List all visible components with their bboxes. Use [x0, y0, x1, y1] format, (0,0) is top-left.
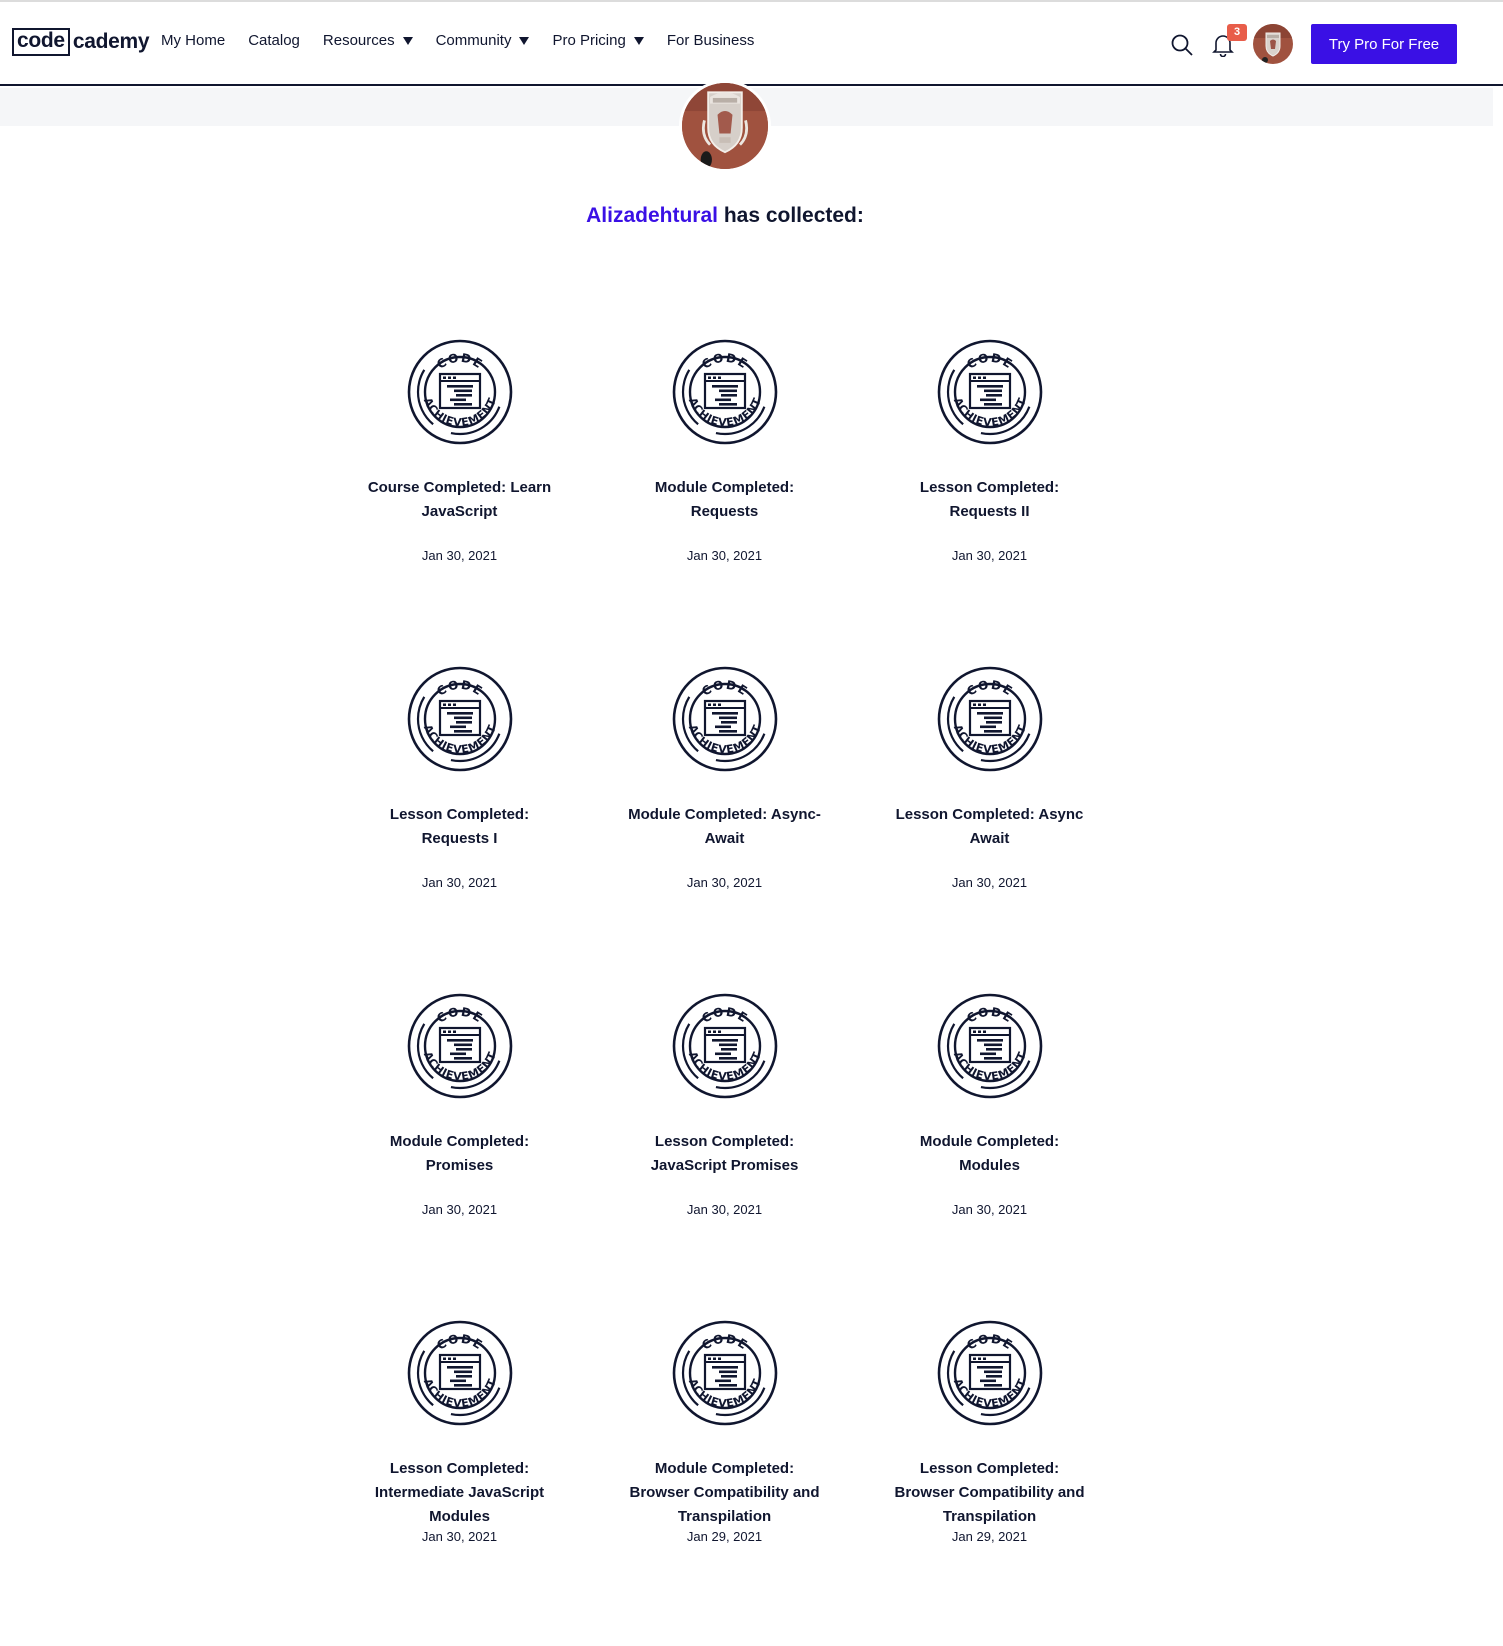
user-avatar[interactable] — [1253, 24, 1293, 64]
top-navbar: code cademy My Home Catalog Resources Co… — [0, 2, 1503, 86]
caret-down-icon — [402, 36, 413, 45]
achievement-date: Jan 29, 2021 — [951, 1529, 1028, 1544]
achievement-card[interactable]: CODE ACHIEVEMENT Lesson Completed: Reque… — [327, 665, 592, 992]
achievement-title: Lesson Completed: Requests I — [389, 806, 530, 847]
achievement-card[interactable]: CODE ACHIEVEMENT Lesson Completed: Inter… — [327, 1319, 592, 1646]
nav-label: Catalog — [248, 32, 300, 49]
search-icon[interactable] — [1170, 33, 1194, 57]
nav-label: Resources — [322, 32, 395, 49]
achievement-title: Course Completed: Learn JavaScript — [367, 479, 552, 520]
achievement-card[interactable]: CODE ACHIEVEMENT Module Completed: Modul… — [857, 992, 1122, 1319]
achievement-title: Lesson Completed: Async Await — [895, 806, 1084, 847]
achievement-card[interactable]: CODE ACHIEVEMENT Module Completed: Reque… — [592, 338, 857, 665]
code-achievement-badge-icon: CODE ACHIEVEMENT — [407, 666, 512, 772]
achievement-card[interactable]: CODE ACHIEVEMENT Lesson Completed: JavaS… — [592, 992, 857, 1319]
achievement-title: Module Completed: Async-Await — [628, 806, 821, 847]
achievement-card[interactable]: CODE ACHIEVEMENT Lesson Completed: Reque… — [857, 338, 1122, 665]
code-achievement-badge-icon: CODE ACHIEVEMENT — [407, 1320, 512, 1426]
profile-username-link[interactable]: Alizadehtural — [586, 204, 718, 227]
achievement-title: Module Completed: Promises — [389, 1133, 530, 1174]
achievement-title: Lesson Completed: JavaScript Promises — [650, 1133, 799, 1174]
nav-item-pro-pricing[interactable]: Pro Pricing — [552, 32, 644, 49]
code-achievement-badge-icon: CODE ACHIEVEMENT — [672, 1320, 777, 1426]
achievement-card[interactable]: CODE ACHIEVEMENT Course Completed: Learn… — [327, 338, 592, 665]
caret-down-icon — [519, 36, 530, 45]
achievements-grid: CODE ACHIEVEMENT Course Completed: Learn… — [327, 338, 1122, 1646]
nav-item-community[interactable]: Community — [436, 32, 530, 49]
achievement-card[interactable]: CODE ACHIEVEMENT Module Completed: Brows… — [592, 1319, 857, 1646]
try-pro-button[interactable]: Try Pro For Free — [1311, 24, 1457, 64]
logo-cademy-text: cademy — [72, 30, 150, 53]
collected-heading: Alizadehtural has collected: — [0, 204, 1450, 228]
achievement-date: Jan 30, 2021 — [421, 1202, 498, 1217]
code-achievement-badge-icon: CODE ACHIEVEMENT — [407, 339, 512, 445]
achievement-card[interactable]: CODE ACHIEVEMENT Module Completed: Promi… — [327, 992, 592, 1319]
code-achievement-badge-icon: CODE ACHIEVEMENT — [672, 339, 777, 445]
achievement-title: Module Completed: Requests — [654, 479, 795, 520]
nav-label: For Business — [666, 32, 755, 49]
code-achievement-badge-icon: CODE ACHIEVEMENT — [672, 993, 777, 1099]
nav-label: My Home — [161, 32, 226, 49]
achievement-date: Jan 30, 2021 — [686, 1202, 763, 1217]
achievement-date: Jan 30, 2021 — [951, 875, 1028, 890]
liverpool-crest-avatar-image — [1253, 24, 1293, 64]
achievement-title: Lesson Completed: Requests II — [919, 479, 1060, 520]
nav-item-catalog[interactable]: Catalog — [248, 32, 300, 49]
achievement-card[interactable]: CODE ACHIEVEMENT Module Completed: Async… — [592, 665, 857, 992]
logo-code-box: code — [12, 28, 70, 56]
nav-item-resources[interactable]: Resources — [323, 32, 413, 49]
achievement-date: Jan 30, 2021 — [421, 875, 498, 890]
nav-label: Pro Pricing — [552, 32, 626, 49]
achievement-title: Lesson Completed: Intermediate JavaScrip… — [374, 1460, 545, 1525]
main-nav: My Home Catalog Resources Community Pro … — [161, 32, 777, 49]
achievement-date: Jan 30, 2021 — [421, 548, 498, 563]
liverpool-crest-profile-image — [682, 83, 768, 169]
achievement-date: Jan 30, 2021 — [686, 875, 763, 890]
codecademy-logo[interactable]: code cademy — [12, 28, 150, 56]
collected-heading-suffix: has collected: — [717, 204, 864, 227]
code-achievement-badge-icon: CODE ACHIEVEMENT — [937, 1320, 1042, 1426]
achievement-card[interactable]: CODE ACHIEVEMENT Lesson Completed: Brows… — [857, 1319, 1122, 1646]
achievement-date: Jan 30, 2021 — [421, 1529, 498, 1544]
code-achievement-badge-icon: CODE ACHIEVEMENT — [407, 993, 512, 1099]
notification-count-badge: 3 — [1227, 24, 1247, 41]
achievement-card[interactable]: CODE ACHIEVEMENT Lesson Completed: Async… — [857, 665, 1122, 992]
nav-item-my-home[interactable]: My Home — [161, 32, 225, 49]
code-achievement-badge-icon: CODE ACHIEVEMENT — [937, 993, 1042, 1099]
code-achievement-badge-icon: CODE ACHIEVEMENT — [937, 339, 1042, 445]
achievement-title: Lesson Completed: Browser Compatibility … — [894, 1460, 1085, 1525]
achievement-date: Jan 30, 2021 — [951, 548, 1028, 563]
achievement-title: Module Completed: Browser Compatibility … — [629, 1460, 820, 1525]
nav-item-for-business[interactable]: For Business — [667, 32, 755, 49]
nav-label: Community — [435, 32, 512, 49]
achievement-date: Jan 30, 2021 — [951, 1202, 1028, 1217]
code-achievement-badge-icon: CODE ACHIEVEMENT — [672, 666, 777, 772]
achievement-date: Jan 30, 2021 — [686, 548, 763, 563]
achievement-date: Jan 29, 2021 — [686, 1529, 763, 1544]
achievement-title: Module Completed: Modules — [919, 1133, 1060, 1174]
profile-avatar — [679, 80, 771, 172]
caret-down-icon — [633, 36, 644, 45]
code-achievement-badge-icon: CODE ACHIEVEMENT — [937, 666, 1042, 772]
